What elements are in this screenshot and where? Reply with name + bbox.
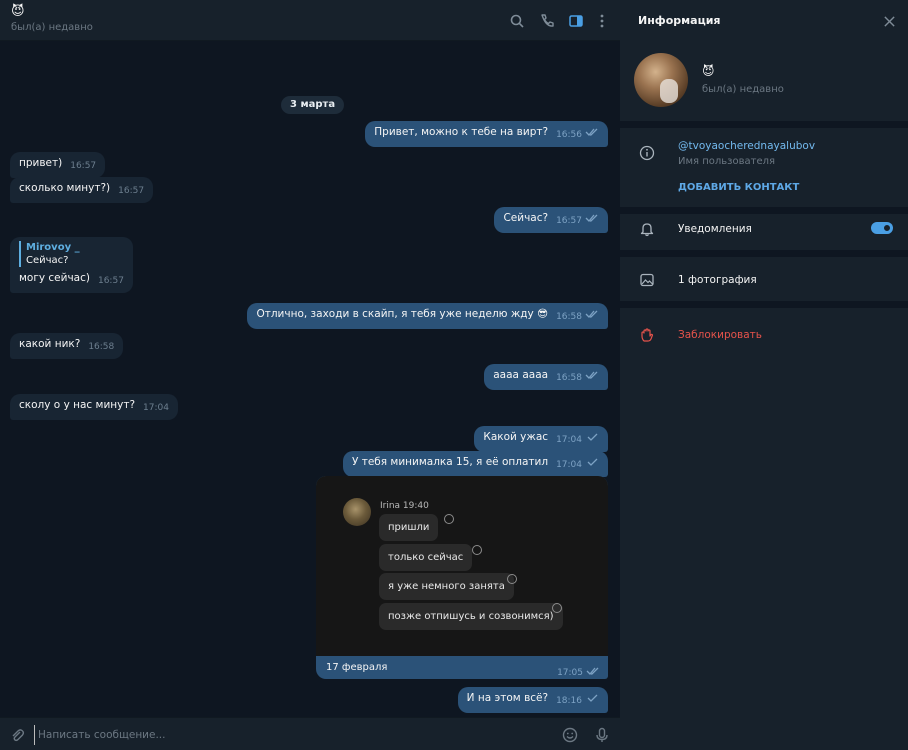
message-time: 16:57 bbox=[118, 186, 145, 196]
message-text: Какой ужас bbox=[483, 431, 549, 443]
message-incoming-reply[interactable]: Mirovoy _ Сейчас? могу сейчас) 16:57 bbox=[10, 237, 133, 293]
message-outgoing[interactable]: Привет, можно к тебе на вирт? 16:56 bbox=[365, 121, 608, 147]
message-time: 17:04 bbox=[556, 435, 582, 445]
message-text: могу сейчас) bbox=[19, 272, 90, 284]
photo-time-text: 17:05 bbox=[557, 668, 583, 678]
close-icon[interactable] bbox=[880, 12, 898, 30]
reaction-icon bbox=[507, 574, 517, 584]
photo-caption: 17 февраля bbox=[326, 662, 388, 673]
message-list[interactable]: 3 марта Привет, можно к тебе на вирт? 16:… bbox=[0, 41, 620, 717]
message-text: какой ник? bbox=[19, 338, 81, 350]
message-text: сколько минут?) bbox=[19, 182, 111, 194]
username-link[interactable]: @tvoyaocherednayalubov bbox=[678, 140, 815, 152]
emoji-icon[interactable] bbox=[561, 726, 579, 744]
telegram-window: 😈 был(а) недавно 3 марта Привет, можно к… bbox=[0, 0, 908, 750]
reaction-icon bbox=[444, 514, 454, 524]
message-outgoing[interactable]: Какой ужас 17:04 bbox=[474, 426, 608, 452]
reply-text: Сейчас? bbox=[26, 255, 69, 266]
sent-tick-icon bbox=[587, 433, 598, 441]
message-time: 16:58 bbox=[556, 373, 582, 383]
info-icon bbox=[638, 144, 656, 162]
message-outgoing[interactable]: И на этом всё? 18:16 bbox=[457, 687, 608, 713]
message-text: Отлично, заходи в скайп, я тебя уже неде… bbox=[256, 308, 549, 320]
message-outgoing[interactable]: Отлично, заходи в скайп, я тебя уже неде… bbox=[247, 303, 608, 329]
message-text: Привет, можно к тебе на вирт? bbox=[374, 126, 549, 138]
notifications-toggle[interactable] bbox=[871, 222, 893, 234]
message-time: 16:57 bbox=[97, 276, 124, 286]
profile-avatar[interactable] bbox=[634, 53, 688, 107]
message-time: 16:57 bbox=[556, 216, 582, 226]
search-icon[interactable] bbox=[508, 12, 526, 30]
username-label: Имя пользователя bbox=[678, 156, 776, 167]
info-title: Информация bbox=[638, 14, 721, 27]
section-divider bbox=[620, 121, 908, 128]
reply-author: Mirovoy _ bbox=[26, 242, 80, 253]
message-outgoing[interactable]: У тебя минималка 15, я её оплатил 17:04 bbox=[342, 451, 608, 477]
more-menu-icon[interactable] bbox=[593, 12, 611, 30]
section-divider bbox=[620, 250, 908, 257]
sidebar-toggle-icon[interactable] bbox=[567, 12, 585, 30]
message-time: 17:04 bbox=[143, 403, 169, 413]
photo-bubble: позже отпишусь и созвонимся) bbox=[379, 603, 563, 630]
reaction-icon bbox=[552, 603, 562, 613]
read-ticks-icon bbox=[585, 214, 598, 222]
section-divider bbox=[620, 301, 908, 308]
reaction-icon bbox=[472, 545, 482, 555]
chat-pane: 😈 был(а) недавно 3 марта Привет, можно к… bbox=[0, 0, 620, 750]
message-time: 18:16 bbox=[556, 696, 582, 706]
reply-quote[interactable]: Mirovoy _ Сейчас? bbox=[19, 241, 124, 267]
message-time: 16:58 bbox=[88, 342, 115, 352]
chat-header[interactable]: 😈 был(а) недавно bbox=[0, 0, 620, 41]
message-time: 17:04 bbox=[556, 460, 582, 470]
message-incoming[interactable]: привет) 16:57 bbox=[10, 152, 106, 178]
photo-sender-line: Irina 19:40 bbox=[380, 501, 429, 511]
bell-icon bbox=[638, 220, 656, 238]
screenshot-photo[interactable]: Irina 19:40 пришли только сейчас я уже н… bbox=[316, 476, 608, 656]
info-panel: Информация 😈 был(а) недавно @tvoyaochere… bbox=[620, 0, 908, 750]
read-ticks-icon bbox=[585, 310, 598, 318]
message-incoming[interactable]: сколько минут?) 16:57 bbox=[10, 177, 154, 203]
message-outgoing[interactable]: Сейчас? 16:57 bbox=[494, 207, 608, 233]
sent-tick-icon bbox=[587, 458, 598, 466]
profile-name: 😈 bbox=[702, 64, 715, 78]
message-incoming[interactable]: какой ник? 16:58 bbox=[10, 333, 124, 359]
read-ticks-icon bbox=[586, 667, 599, 675]
message-time: 16:56 bbox=[556, 130, 582, 140]
block-user-button[interactable]: Заблокировать bbox=[678, 329, 762, 341]
message-text: У тебя минималка 15, я её оплатил bbox=[351, 456, 549, 468]
message-time: 16:58 bbox=[556, 312, 582, 322]
read-ticks-icon bbox=[585, 128, 598, 136]
photo-message[interactable]: Irina 19:40 пришли только сейчас я уже н… bbox=[316, 476, 608, 679]
message-time: 17:05 bbox=[557, 666, 600, 678]
message-text: привет) bbox=[19, 157, 63, 169]
photo-bubble: только сейчас bbox=[379, 544, 473, 571]
photo-icon bbox=[638, 271, 656, 289]
message-text: аааа аааа bbox=[493, 369, 549, 381]
message-text: сколу о у нас минут? bbox=[19, 399, 136, 411]
message-text: Сейчас? bbox=[503, 212, 549, 224]
message-outgoing[interactable]: аааа аааа 16:58 bbox=[484, 364, 608, 390]
microphone-icon[interactable] bbox=[593, 726, 611, 744]
attach-icon[interactable] bbox=[8, 726, 26, 744]
message-composer bbox=[0, 717, 620, 750]
block-hand-icon bbox=[638, 326, 656, 344]
section-divider bbox=[620, 207, 908, 214]
sent-tick-icon bbox=[587, 694, 598, 702]
message-text: И на этом всё? bbox=[466, 692, 549, 704]
peer-name[interactable]: 😈 bbox=[11, 5, 25, 19]
photo-bubble: я уже немного занята bbox=[379, 573, 514, 600]
photos-link[interactable]: 1 фотография bbox=[678, 274, 757, 286]
peer-status: был(а) недавно bbox=[11, 22, 93, 33]
message-incoming[interactable]: сколу о у нас минут? 17:04 bbox=[10, 394, 178, 420]
profile-status: был(а) недавно bbox=[702, 84, 784, 95]
photo-sender-avatar bbox=[343, 498, 371, 526]
read-ticks-icon bbox=[585, 371, 598, 379]
message-time: 16:57 bbox=[70, 161, 97, 171]
photo-bubble: пришли bbox=[379, 514, 439, 541]
notifications-label: Уведомления bbox=[678, 223, 752, 235]
date-separator: 3 марта bbox=[281, 96, 345, 114]
add-contact-button[interactable]: ДОБАВИТЬ КОНТАКТ bbox=[678, 182, 799, 193]
message-input[interactable] bbox=[34, 725, 534, 745]
phone-icon[interactable] bbox=[538, 12, 556, 30]
